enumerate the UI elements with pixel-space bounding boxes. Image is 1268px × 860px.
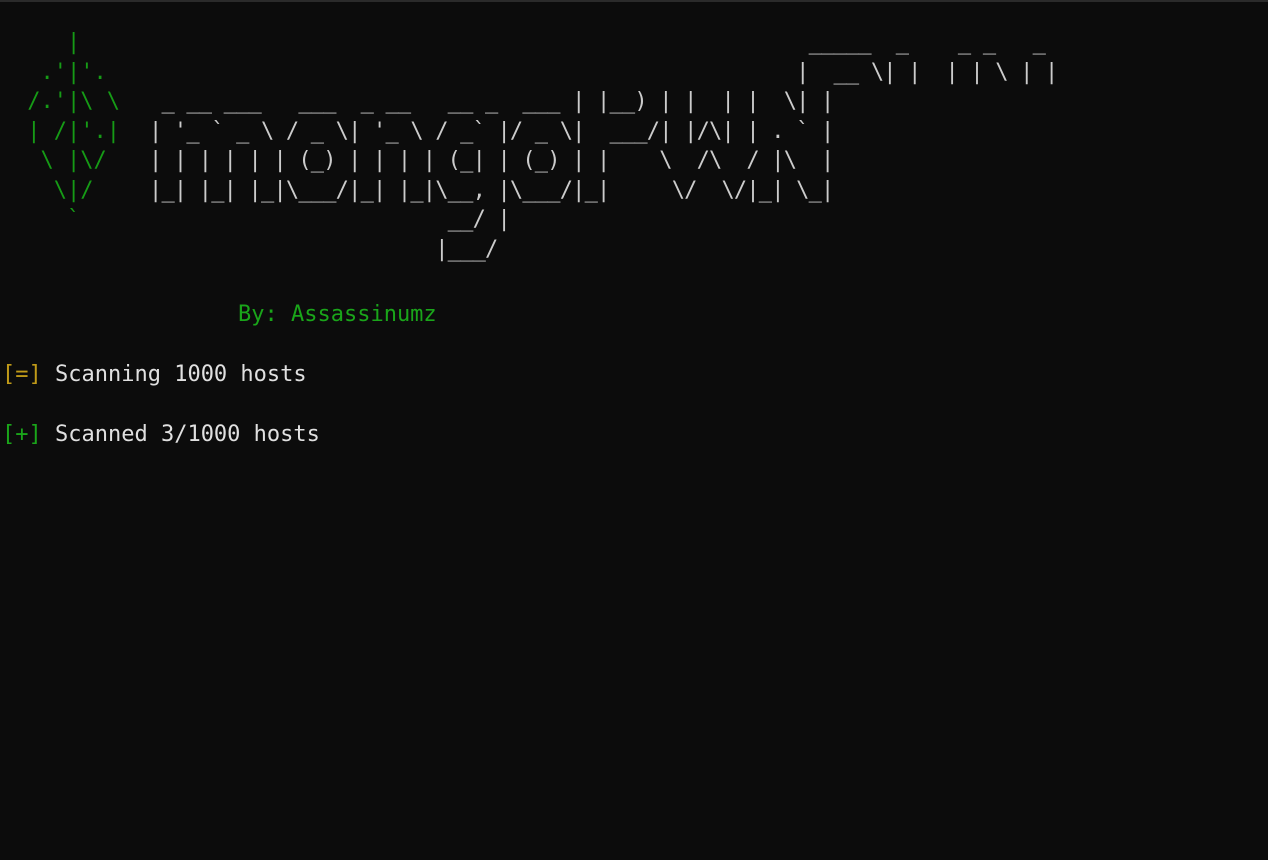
author-byline: By: Assassinumz: [238, 302, 437, 327]
status-line-scanned: [+] Scanned 3/1000 hosts: [2, 421, 320, 449]
banner: | .'|'. /.'|\ \ | /|'.| \ |\/ \|/ ` ____…: [2, 28, 1266, 278]
window-top-edge: [0, 0, 1268, 2]
status-line-scanning: [=] Scanning 1000 hosts: [2, 361, 307, 389]
mongopwn-ascii-logo: _____ _ _ _ _ | __ \| | | | \ | | _ __ _…: [149, 30, 1058, 262]
info-tag: [=]: [2, 362, 42, 387]
success-tag: [+]: [2, 422, 42, 447]
status-text: Scanning 1000 hosts: [41, 362, 307, 387]
status-text: Scanned 3/1000 hosts: [41, 422, 320, 447]
mongodb-leaf-ascii-art: | .'|'. /.'|\ \ | /|'.| \ |\/ \|/ `: [27, 30, 120, 232]
terminal-output: | .'|'. /.'|\ \ | /|'.| \ |\/ \|/ ` ____…: [2, 28, 1266, 848]
